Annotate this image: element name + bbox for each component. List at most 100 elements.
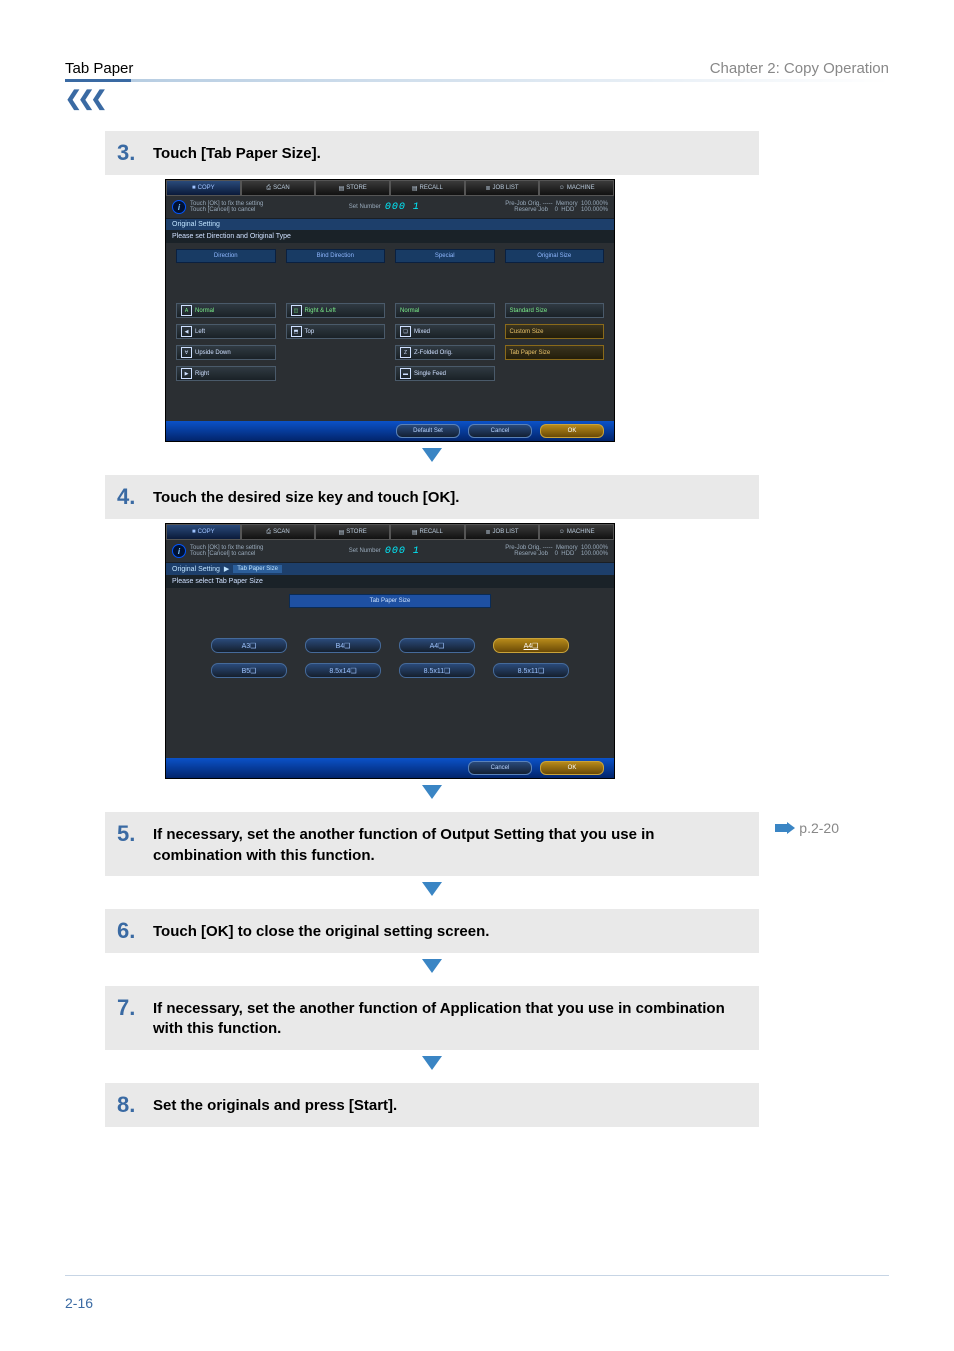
info-line-2: Touch [Cancel] to cancel (190, 207, 263, 214)
mixed-icon: ❏ (400, 326, 411, 337)
info-row: i Touch [OK] to fix the setting Touch [C… (166, 196, 614, 219)
size-85x11-button[interactable]: 8.5x11❏ (399, 663, 475, 678)
header-left: Tab Paper (65, 60, 133, 77)
cancel-button-2[interactable]: Cancel (468, 761, 532, 775)
header-rule (65, 79, 889, 82)
col-direction: Direction (176, 249, 276, 263)
bind-top-icon: ⬒ (291, 326, 302, 337)
bind-rl-icon: ◫ (291, 305, 302, 316)
special-zfold-button[interactable]: ZZ-Folded Orig. (395, 345, 495, 360)
bind-rightleft-button[interactable]: ◫Right & Left (286, 303, 386, 318)
step-6-number: 6. (117, 919, 143, 943)
col-origsize: Original Size (505, 249, 605, 263)
step-4-number: 4. (117, 485, 143, 509)
tab-joblist[interactable]: ≣JOB LIST (465, 180, 540, 196)
set-number-label: Set Number (349, 204, 381, 211)
step-3-number: 3. (117, 141, 143, 165)
tab-machine[interactable]: ☺MACHINE (539, 180, 614, 196)
step-6: 6. Touch [OK] to close the original sett… (105, 909, 759, 953)
size-b5-button[interactable]: B5❏ (211, 663, 287, 678)
dir-normal-button[interactable]: ANormal (176, 303, 276, 318)
step-5-number: 5. (117, 822, 143, 846)
arrow-down-icon-2 (105, 785, 759, 806)
chevrons-left-icon: ❮❮❮ (65, 86, 889, 111)
bind-top-button[interactable]: ⬒Top (286, 324, 386, 339)
col-bind: Bind Direction (286, 249, 386, 263)
crossref-link[interactable]: p.2-20 (775, 820, 839, 836)
ok-button[interactable]: OK (540, 424, 604, 438)
dir-right-button[interactable]: ▶Right (176, 366, 276, 381)
tab-scan-2[interactable]: ⎙SCAN (241, 524, 316, 540)
step-4-text: Touch the desired size key and touch [OK… (153, 485, 459, 508)
ok-button-2[interactable]: OK (540, 761, 604, 775)
size-header: Tab Paper Size (289, 594, 491, 608)
arrow-down-icon-4 (105, 959, 759, 980)
page-header: Tab Paper Chapter 2: Copy Operation (65, 60, 889, 77)
step-8: 8. Set the originals and press [Start]. (105, 1083, 759, 1127)
footer-bar: Default Set Cancel OK (166, 421, 614, 441)
tab-recall[interactable]: ▤RECALL (390, 180, 465, 196)
page-number: 2-16 (65, 1295, 93, 1311)
size-85x11p-button[interactable]: 8.5x11❏ (493, 663, 569, 678)
step-7: 7. If necessary, set the another functio… (105, 986, 759, 1050)
footer-rule (65, 1275, 889, 1276)
size-a4p-button[interactable]: A4❏ (493, 638, 569, 653)
tab-recall-2[interactable]: ▤RECALL (390, 524, 465, 540)
upside-icon: ∀ (181, 347, 192, 358)
step-8-text: Set the originals and press [Start]. (153, 1093, 397, 1116)
crossref-icon (775, 822, 795, 834)
special-normal-button[interactable]: Normal (395, 303, 495, 318)
tab-copy-2[interactable]: ■COPY (166, 524, 241, 540)
mfp-tabs-2: ■COPY ⎙SCAN ▤STORE ▤RECALL ≣JOB LIST ☺MA… (166, 524, 614, 540)
right-icon: ▶ (181, 368, 192, 379)
step-3: 3. Touch [Tab Paper Size]. (105, 131, 759, 175)
tab-store-2[interactable]: ▤STORE (315, 524, 390, 540)
info-icon: i (172, 200, 186, 214)
origsize-tabpaper-button[interactable]: Tab Paper Size (505, 345, 605, 360)
screenshot-tab-paper-size: ■COPY ⎙SCAN ▤STORE ▤RECALL ≣JOB LIST ☺MA… (165, 523, 615, 779)
size-b4-button[interactable]: B4❏ (305, 638, 381, 653)
tab-store[interactable]: ▤STORE (315, 180, 390, 196)
breadcrumb-2: Original Setting▶ Tab Paper Size (166, 563, 614, 575)
tab-machine-2[interactable]: ☺MACHINE (539, 524, 614, 540)
instruction-note-2: Please select Tab Paper Size (166, 575, 614, 588)
arrow-down-icon-3 (105, 882, 759, 903)
breadcrumb: Original Setting (166, 219, 614, 230)
arrow-down-icon-5 (105, 1056, 759, 1077)
default-set-button[interactable]: Default Set (396, 424, 460, 438)
size-85x14-button[interactable]: 8.5x14❏ (305, 663, 381, 678)
origsize-standard-button[interactable]: Standard Size (505, 303, 605, 318)
dir-upside-button[interactable]: ∀Upside Down (176, 345, 276, 360)
portrait-icon: A (181, 305, 192, 316)
special-mixed-button[interactable]: ❏Mixed (395, 324, 495, 339)
step-5-text: If necessary, set the another function o… (153, 822, 747, 866)
tab-joblist-2[interactable]: ≣JOB LIST (465, 524, 540, 540)
origsize-custom-button[interactable]: Custom Size (505, 324, 605, 339)
step-3-text: Touch [Tab Paper Size]. (153, 141, 321, 164)
step-6-text: Touch [OK] to close the original setting… (153, 919, 489, 942)
dir-left-button[interactable]: ◀Left (176, 324, 276, 339)
special-single-button[interactable]: ▬Single Feed (395, 366, 495, 381)
size-a3-button[interactable]: A3❏ (211, 638, 287, 653)
step-8-number: 8. (117, 1093, 143, 1117)
mfp-tabs: ■COPY ⎙SCAN ▤STORE ▤RECALL ≣JOB LIST ☺MA… (166, 180, 614, 196)
footer-bar-2: Cancel OK (166, 758, 614, 778)
step-4: 4. Touch the desired size key and touch … (105, 475, 759, 519)
step-7-text: If necessary, set the another function o… (153, 996, 747, 1040)
step-5: 5. If necessary, set the another functio… (105, 812, 759, 876)
screenshot-original-setting: ■COPY ⎙SCAN ▤STORE ▤RECALL ≣JOB LIST ☺MA… (165, 179, 615, 442)
step-7-number: 7. (117, 996, 143, 1020)
info-icon-2: i (172, 544, 186, 558)
set-number-value: 000 1 (385, 202, 420, 213)
col-special: Special (395, 249, 495, 263)
single-icon: ▬ (400, 368, 411, 379)
cancel-button[interactable]: Cancel (468, 424, 532, 438)
tab-copy[interactable]: ■COPY (166, 180, 241, 196)
info-row-2: i Touch [OK] to fix the setting Touch [C… (166, 540, 614, 563)
arrow-down-icon (105, 448, 759, 469)
size-a4-button[interactable]: A4❏ (399, 638, 475, 653)
instruction-note: Please set Direction and Original Type (166, 230, 614, 243)
tab-scan[interactable]: ⎙SCAN (241, 180, 316, 196)
zfold-icon: Z (400, 347, 411, 358)
info-line-1: Touch [OK] to fix the setting (190, 201, 263, 208)
